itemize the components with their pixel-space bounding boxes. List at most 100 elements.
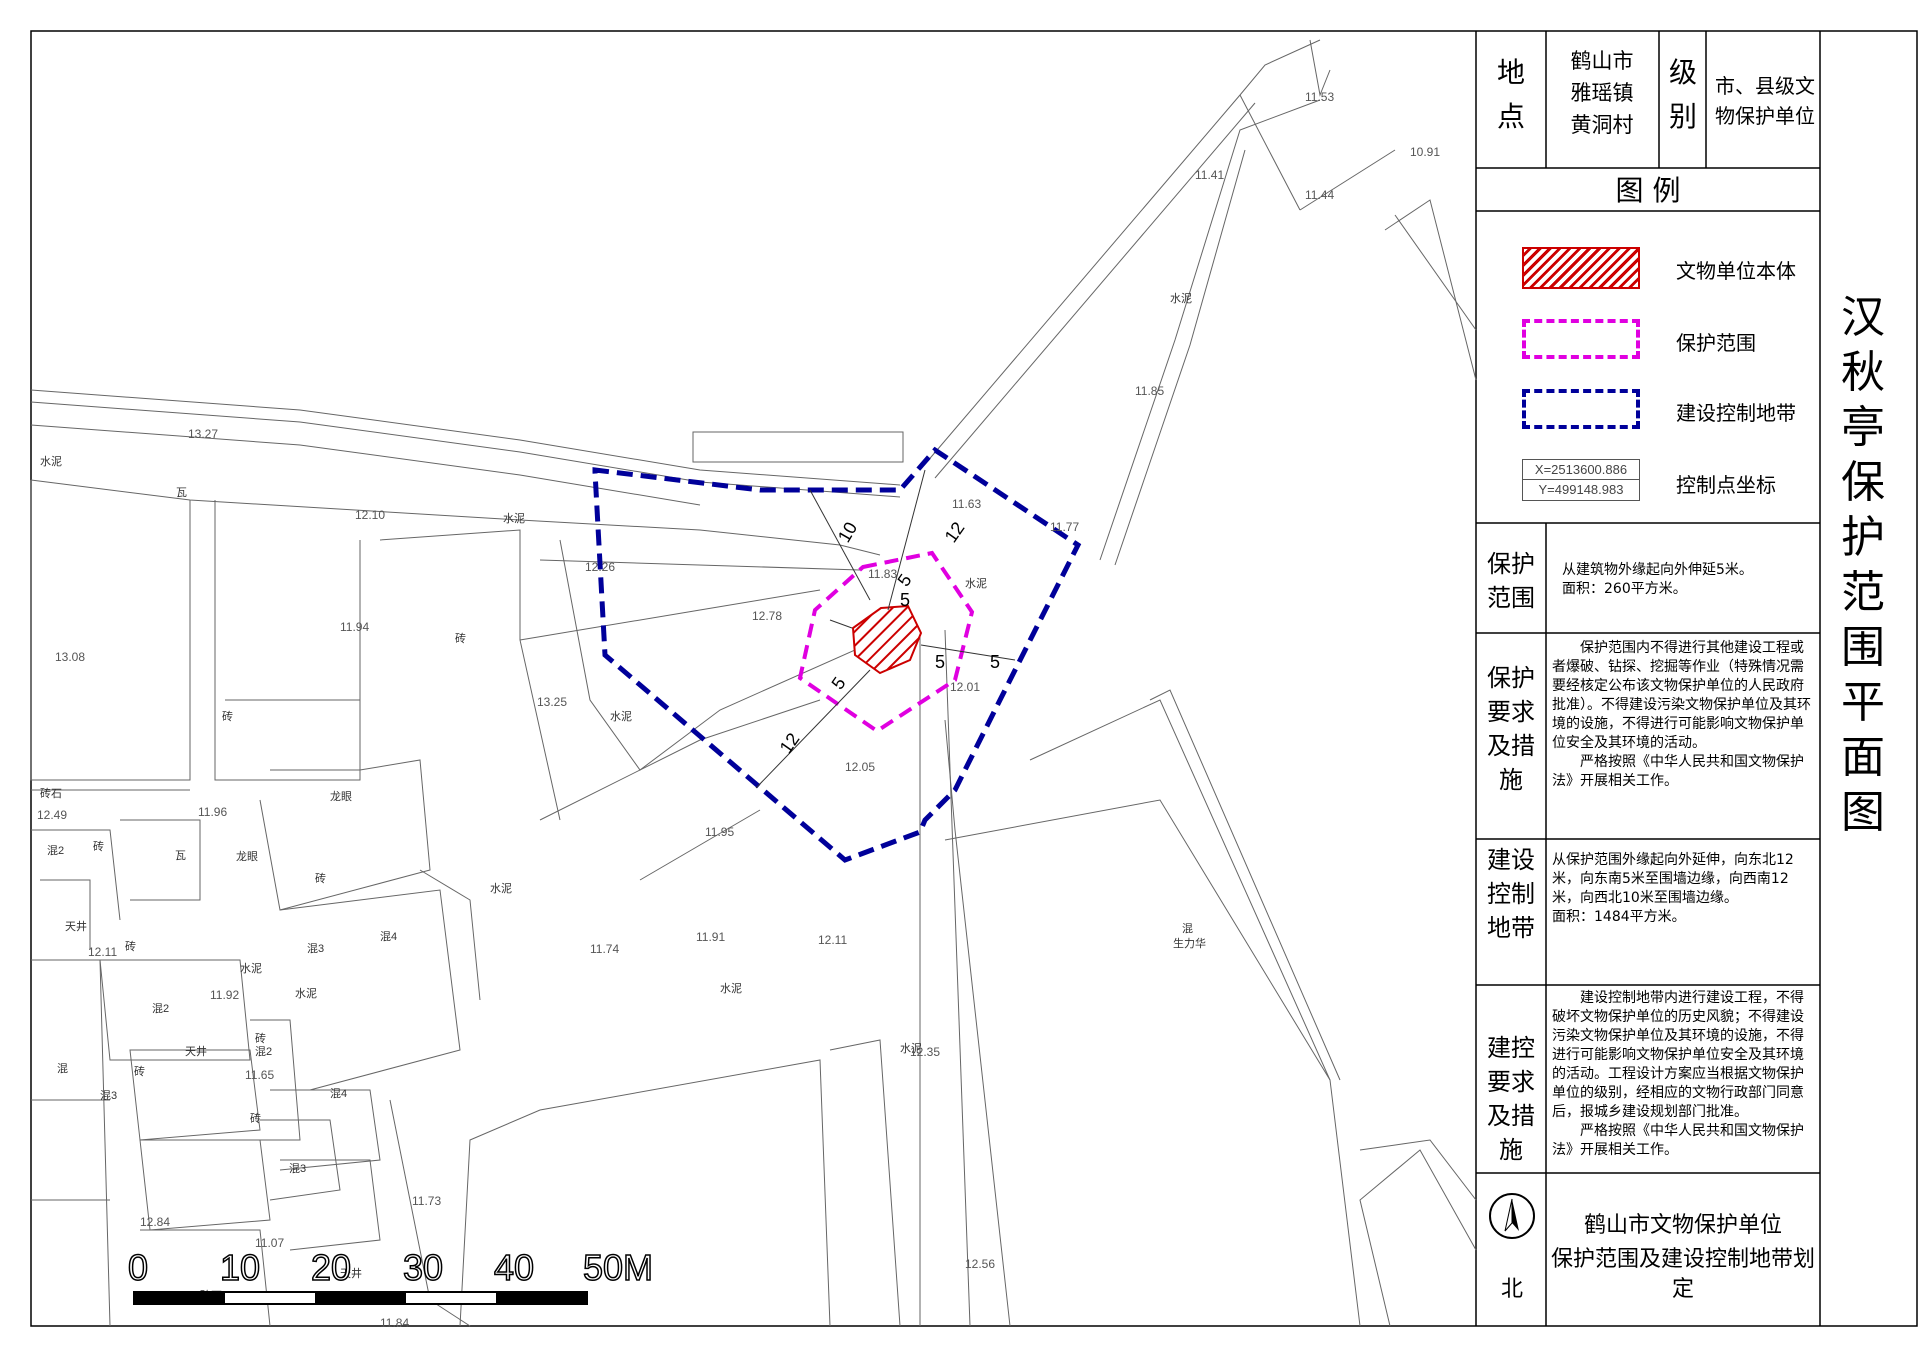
legend-list: 文物单位本体 保护范围 建设控制地带 X=2513600.886 Y=49914… [1476, 211, 1820, 523]
map-label: 混3 [100, 1090, 118, 1102]
map-label: 水泥 [240, 963, 262, 975]
dimension-label: 5 [900, 590, 911, 610]
control-req-law-line: 严格按照《中华人民共和国文物保护法》开展相关工作。 [1552, 1123, 1804, 1158]
section-control-text: 从保护范围外缘起向外延伸，向东北12米，向东南5米至围墙边缘，向西南12米，向西… [1552, 851, 1814, 927]
map-label: 砖 [222, 711, 233, 723]
map-label: 砖 [93, 841, 104, 853]
section-protection-label: 保护范围 [1487, 550, 1535, 612]
map-label: 砖 [455, 633, 466, 645]
elevation-label: 13.27 [188, 427, 219, 441]
section-control-label: 建设控制地带 [1487, 846, 1535, 942]
legend-label-coordinate: 控制点坐标 [1676, 473, 1776, 497]
elevation-label: 11.77 [1050, 520, 1080, 534]
elevation-label: 13.08 [55, 650, 86, 664]
elevation-label: 11.92 [210, 988, 240, 1002]
scale-tick-label: 20 [310, 1246, 352, 1289]
footer-line-2: 保护范围及建设控制地带划定 [1550, 1247, 1815, 1302]
elevation-label: 12.35 [910, 1045, 941, 1059]
construction-control-boundary [592, 446, 1082, 863]
dimension-label: 5 [990, 652, 1001, 672]
footer-line-1: 鹤山市文物保护单位 [1583, 1213, 1782, 1238]
map-label: 生力华 [1173, 938, 1206, 950]
section-control-req-label: 建控要求及措施 [1487, 1034, 1535, 1164]
hatched-red-box-icon [1522, 247, 1640, 289]
elevation-label: 11.44 [1305, 188, 1335, 202]
map-label: 混3 [307, 943, 325, 955]
dimension-label: 5 [935, 652, 946, 672]
coordinate-box-icon: X=2513600.886 Y=499148.983 [1522, 459, 1640, 501]
location-value: 鹤山市雅瑶镇黄洞村 [1570, 49, 1634, 137]
section-control-req-text: 建设控制地带内进行建设工程，不得破坏文物保护单位的历史风貌；不得建设污染文物保护… [1552, 989, 1814, 1160]
map-label: 水泥 [1170, 293, 1192, 305]
map-label: 龙眼 [330, 791, 352, 803]
magenta-dashed-box-icon [1522, 319, 1640, 359]
basemap-lines [30, 39, 1477, 1327]
elevation-label: 11.74 [590, 942, 620, 956]
legend-label-protection: 保护范围 [1676, 331, 1756, 355]
protection-text-line: 从建筑物外缘起向外伸延5米。 [1562, 562, 1753, 578]
elevation-label: 11.95 [705, 825, 735, 839]
control-area-line: 面积：1484平方米。 [1552, 909, 1686, 925]
map-label: 天井 [185, 1046, 207, 1058]
control-req-line: 建设控制地带内进行建设工程，不得破坏文物保护单位的历史风貌；不得建设污染文物保护… [1552, 990, 1804, 1120]
map-label: 水泥 [295, 988, 317, 1000]
elevation-label: 10.91 [1410, 145, 1441, 159]
coord-y: Y=499148.983 [1538, 482, 1624, 497]
map-title-text: 汉秋亭保护范围平面图 [1841, 292, 1885, 838]
elevation-label: 12.05 [845, 760, 876, 774]
control-text-line: 从保护范围外缘起向外延伸，向东北12米，向东南5米至围墙边缘，向西南12米，向西… [1552, 852, 1794, 906]
map-label: 水泥 [503, 513, 525, 525]
map-label: 水泥 [610, 711, 632, 723]
map-label: 水泥 [720, 983, 742, 995]
map-label: 砖 [315, 873, 326, 885]
elevation-label: 11.84 [380, 1316, 410, 1330]
elevation-label: 11.65 [245, 1068, 275, 1082]
map-label: 混3 [289, 1163, 307, 1175]
elevation-label: 12.84 [140, 1215, 171, 1229]
map-label: 混4 [380, 931, 398, 943]
scale-tick-label: 40 [493, 1246, 535, 1289]
heritage-building [851, 604, 923, 675]
map-label: 龙眼 [236, 851, 258, 863]
elevation-label: 13.25 [537, 695, 568, 709]
map-label: 水泥 [40, 456, 62, 468]
north-arrow-icon [1489, 1193, 1535, 1239]
map-label: 砖 [250, 1113, 261, 1125]
legend-label-heritage: 文物单位本体 [1676, 259, 1796, 283]
section-protection-req-text: 保护范围内不得进行其他建设工程或者爆破、钻探、挖掘等作业（特殊情况需要经核定公布… [1552, 639, 1814, 791]
elevation-label: 11.96 [198, 805, 228, 819]
elevation-label: 12.11 [818, 933, 848, 947]
scale-tick-label: 0 [127, 1246, 149, 1289]
map-label: 混 [1182, 923, 1193, 935]
elevation-label: 12.49 [37, 808, 68, 822]
coord-x: X=2513600.886 [1523, 460, 1639, 480]
elevation-label: 11.94 [340, 620, 370, 634]
elevation-label: 12.26 [585, 560, 616, 574]
map-title: 汉秋亭保护范围平面图 [1838, 290, 1888, 840]
map-label: 混 [57, 1063, 68, 1075]
legend-label-control: 建设控制地带 [1676, 401, 1796, 425]
elevation-label: 12.78 [752, 609, 783, 623]
north-label: 北 [1500, 1277, 1523, 1302]
map-label: 混4 [330, 1088, 348, 1100]
elevation-label: 11.73 [412, 1194, 442, 1208]
map-label: 混2 [152, 1003, 170, 1015]
legend-header: 图 例 [1615, 174, 1681, 207]
map-label: 水泥 [490, 883, 512, 895]
map-label: 砖 [134, 1066, 145, 1078]
map-label: 瓦 [175, 850, 186, 862]
map-label: 水泥 [965, 578, 987, 590]
level-value: 市、县级文物保护单位 [1715, 74, 1815, 128]
location-label: 地点 [1496, 56, 1525, 133]
map-label: 瓦 [176, 487, 187, 499]
elevation-label: 12.56 [965, 1257, 996, 1271]
level-label: 级别 [1668, 56, 1697, 133]
protection-area-line: 面积：260平方米。 [1562, 581, 1687, 597]
map-label: 砖 [125, 941, 136, 953]
elevation-label: 11.85 [1135, 384, 1165, 398]
elevation-label: 11.63 [952, 497, 982, 511]
elevation-label: 11.53 [1305, 90, 1335, 104]
info-panel: 地点 鹤山市雅瑶镇黄洞村 级别 市、县级文物保护单位 图 例 文物单位本体 保护… [1476, 31, 1820, 1326]
scale-bar: 0 10 20 30 40 50M [127, 1246, 654, 1315]
elevation-label: 11.83 [868, 567, 898, 581]
